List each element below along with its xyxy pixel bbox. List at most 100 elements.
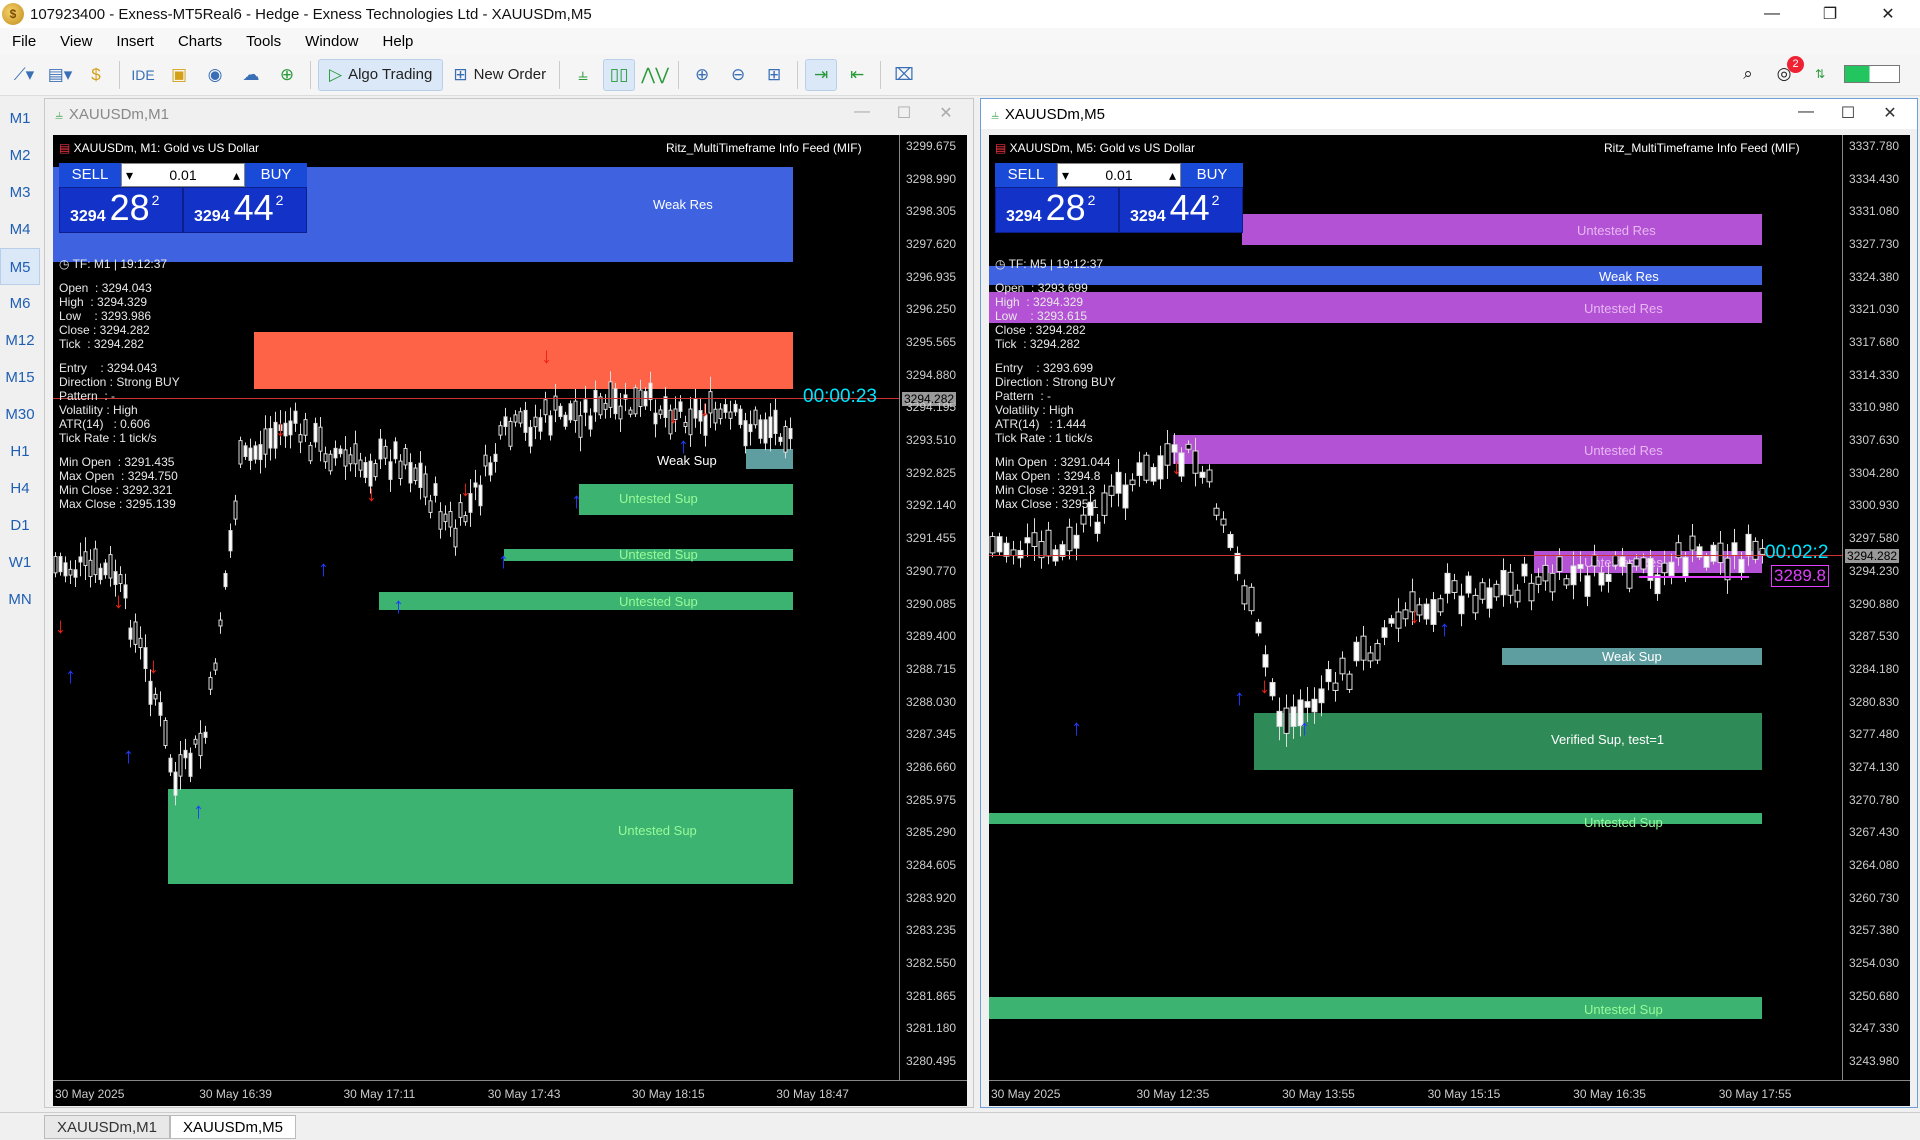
tab-xauusdm-m1[interactable]: XAUUSDm,M1 <box>44 1115 171 1139</box>
tf-M6[interactable]: M6 <box>0 285 40 322</box>
globe-icon[interactable]: ⊕ <box>271 59 303 91</box>
zoom-in-icon[interactable]: ⊕ <box>686 59 718 91</box>
tf-M30[interactable]: M30 <box>0 396 40 433</box>
price-tick: 3254.030 <box>1849 955 1900 970</box>
menu-help[interactable]: Help <box>371 33 426 50</box>
lot-size-input[interactable]: ▾ 0.01 ▴ <box>1057 163 1181 187</box>
lot-size-input[interactable]: ▾ 0.01 ▴ <box>121 163 245 187</box>
candle-body <box>718 408 723 420</box>
chart-minimize-button[interactable]: — <box>1785 103 1827 123</box>
sell-button[interactable]: SELL <box>995 163 1057 187</box>
candle-body <box>218 619 223 627</box>
chart-close-button[interactable]: ✕ <box>925 103 967 123</box>
bag-icon[interactable]: ▣ <box>163 59 195 91</box>
tf-M4[interactable]: M4 <box>0 211 40 248</box>
zoom-out-icon[interactable]: ⊖ <box>722 59 754 91</box>
search-icon[interactable]: ⌕ <box>1732 58 1764 90</box>
candle-body <box>1304 701 1311 708</box>
level-icon[interactable]: ⇅ <box>1804 58 1836 90</box>
lot-increase-icon[interactable]: ▴ <box>1169 167 1176 184</box>
tf-H1[interactable]: H1 <box>0 433 40 470</box>
tab-xauusdm-m5[interactable]: XAUUSDm,M5 <box>170 1115 297 1139</box>
templates-icon[interactable]: ▤▾ <box>44 59 76 91</box>
ide-button[interactable]: IDE <box>127 59 159 91</box>
maximize-button[interactable]: ❐ <box>1802 0 1858 28</box>
tf-M12[interactable]: M12 <box>0 322 40 359</box>
lot-decrease-icon[interactable]: ▾ <box>126 167 133 184</box>
time-tick: 30 May 17:55 <box>1718 1087 1792 1101</box>
candle-body <box>493 453 498 462</box>
candle-body <box>433 483 438 496</box>
candle-body <box>388 461 393 480</box>
candle-body <box>123 584 128 599</box>
candle-body <box>233 500 238 520</box>
chart-maximize-button[interactable]: ☐ <box>883 103 925 123</box>
bar-chart-icon[interactable]: ⫨ <box>567 59 599 91</box>
candle-body <box>533 416 538 428</box>
price-tick: 3296.250 <box>906 302 957 317</box>
candle-body <box>1535 576 1542 585</box>
bid-price[interactable]: 3294 28 2 <box>995 187 1119 233</box>
menu-window[interactable]: Window <box>293 33 370 50</box>
price-tick: 3292.825 <box>906 465 957 480</box>
chart-shift-icon[interactable]: ⇤ <box>841 59 873 91</box>
lot-increase-icon[interactable]: ▴ <box>233 167 240 184</box>
price-chart-area[interactable]: Weak Res Weak Sup Untested Sup Untested … <box>53 135 899 1080</box>
tf-M5[interactable]: M5 <box>0 248 40 285</box>
sell-button[interactable]: SELL <box>59 163 121 187</box>
price-axis[interactable]: 3294.282 3337.780 3334.430 3331.080 3327.73… <box>1842 135 1910 1080</box>
price-axis[interactable]: 3294.282 3299.675 3298.990 3298.305 3297.62… <box>899 135 967 1080</box>
time-axis[interactable]: 30 May 2025 30 May 16:39 30 May 17:11 30 Ma… <box>53 1080 967 1106</box>
price-tick: 3291.455 <box>906 531 957 546</box>
ask-price[interactable]: 3294 44 2 <box>183 187 307 233</box>
menu-tools[interactable]: Tools <box>234 33 293 50</box>
chart-close-button[interactable]: ✕ <box>1869 103 1911 123</box>
tf-M15[interactable]: M15 <box>0 359 40 396</box>
candlestick-icon[interactable]: ▯▯ <box>603 58 636 91</box>
tf-M3[interactable]: M3 <box>0 174 40 211</box>
dollar-icon[interactable]: $ <box>80 59 112 91</box>
candle-body <box>168 757 173 773</box>
menu-file[interactable]: File <box>0 33 48 50</box>
price-tick: 3334.430 <box>1849 171 1900 186</box>
candle-body <box>313 422 318 443</box>
buy-button[interactable]: BUY <box>245 163 307 187</box>
close-button[interactable]: ✕ <box>1860 0 1916 28</box>
algo-trading-button[interactable]: ▷ Algo Trading <box>318 58 444 91</box>
tf-H4[interactable]: H4 <box>0 470 40 507</box>
screenshot-icon[interactable]: ⌧ <box>888 59 920 91</box>
ask-price[interactable]: 3294 44 2 <box>1119 187 1243 233</box>
notifications-icon[interactable]: ◎ 2 <box>1768 56 1804 90</box>
candle-body <box>118 574 123 585</box>
bid-price[interactable]: 3294 28 2 <box>59 187 183 233</box>
candle-body <box>1591 554 1598 567</box>
chart-maximize-button[interactable]: ☐ <box>1827 103 1869 123</box>
tf-M1[interactable]: M1 <box>0 100 40 137</box>
price-tick: 3300.930 <box>1849 498 1900 513</box>
time-axis[interactable]: 30 May 2025 30 May 12:35 30 May 13:55 30 Ma… <box>989 1080 1910 1106</box>
buy-button[interactable]: BUY <box>1181 163 1243 187</box>
cloud-icon[interactable]: ☁ <box>235 59 267 91</box>
new-order-button[interactable]: ⊞ New Order <box>447 59 552 91</box>
signal-icon[interactable]: ◉ <box>199 59 231 91</box>
candle-body <box>1136 462 1143 476</box>
tf-W1[interactable]: W1 <box>0 544 40 581</box>
menu-view[interactable]: View <box>48 33 104 50</box>
line-chart-icon[interactable]: ⟋▾ <box>8 59 40 91</box>
tf-D1[interactable]: D1 <box>0 507 40 544</box>
candle-body <box>753 409 758 426</box>
menu-insert[interactable]: Insert <box>104 33 166 50</box>
chart-minimize-button[interactable]: — <box>841 103 883 123</box>
lot-decrease-icon[interactable]: ▾ <box>1062 167 1069 184</box>
candle-body <box>1164 443 1171 466</box>
grid-icon[interactable]: ⊞ <box>758 59 790 91</box>
autoscroll-icon[interactable]: ⇥ <box>805 58 838 91</box>
minimize-button[interactable]: — <box>1744 0 1800 28</box>
tf-MN[interactable]: MN <box>0 581 40 618</box>
menu-charts[interactable]: Charts <box>166 33 234 50</box>
tf-M2[interactable]: M2 <box>0 137 40 174</box>
line-icon[interactable]: ⋀⋁ <box>639 59 671 91</box>
price-chart-area[interactable]: Untested Res Weak Res Untested Res Untes… <box>989 135 1842 1080</box>
candle-body <box>1381 627 1388 638</box>
price-tick: 3277.480 <box>1849 727 1900 742</box>
